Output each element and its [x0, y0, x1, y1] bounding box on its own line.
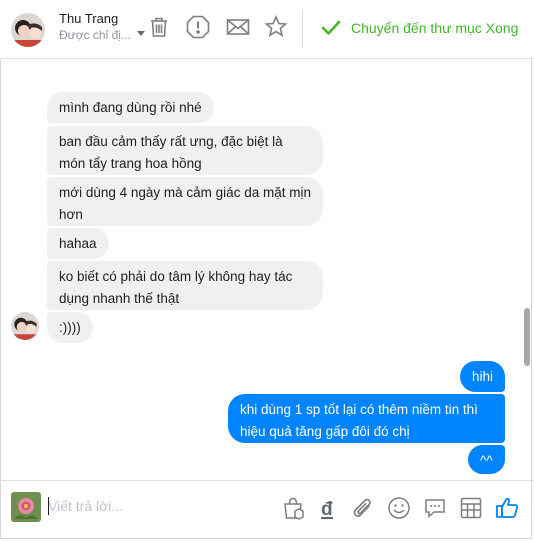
chevron-down-icon[interactable] — [137, 31, 145, 36]
text-cursor — [48, 497, 49, 515]
svg-text:đ: đ — [321, 499, 333, 520]
message-list[interactable]: mình đang dùng rồi nhé ban đầu cảm thấy … — [0, 59, 534, 479]
contact-avatar[interactable] — [11, 13, 45, 47]
trash-icon[interactable] — [146, 14, 174, 42]
dong-currency-icon[interactable]: đ — [316, 495, 342, 521]
exclamation-icon[interactable] — [185, 14, 213, 42]
scrollbar-thumb[interactable] — [524, 308, 530, 366]
message-bubble-outgoing: hihi — [460, 361, 505, 392]
envelope-icon[interactable] — [225, 14, 253, 42]
message-bubble-outgoing: ^^ — [468, 445, 505, 474]
smiley-icon[interactable] — [386, 495, 412, 521]
message-bubble-incoming: mới dùng 4 ngày mà cảm giác da mặt mịn h… — [47, 177, 323, 226]
message-bubble-outgoing: khi dùng 1 sp tốt lại có thêm niềm tin t… — [228, 394, 505, 443]
page-avatar — [11, 492, 41, 522]
paperclip-icon[interactable] — [350, 495, 376, 521]
conversation-header: Thu Trang Được chỉ đị... Chuyển đến thư … — [0, 0, 534, 59]
reply-input[interactable] — [48, 495, 268, 517]
message-bubble-incoming: hahaa — [47, 228, 109, 259]
message-bubble-incoming: :)))) — [47, 312, 93, 343]
header-divider — [302, 10, 303, 48]
star-icon[interactable] — [263, 14, 291, 42]
message-bubble-incoming: ban đầu cảm thấy rất ưng, đặc biệt là mó… — [47, 126, 323, 175]
checkmark-icon[interactable] — [320, 18, 342, 43]
move-to-done-button[interactable]: Chuyển đến thư mục Xong — [351, 20, 518, 36]
sender-avatar[interactable] — [11, 312, 39, 340]
speech-bubble-icon[interactable] — [422, 495, 448, 521]
reply-composer: đ — [0, 480, 534, 540]
thumbs-up-icon[interactable] — [494, 495, 520, 521]
assignment-status[interactable]: Được chỉ đị... — [59, 28, 131, 42]
table-icon[interactable] — [458, 495, 484, 521]
message-bubble-incoming: mình đang dùng rồi nhé — [47, 92, 214, 123]
contact-name[interactable]: Thu Trang — [59, 11, 118, 26]
gift-bag-icon[interactable] — [280, 495, 306, 521]
message-bubble-incoming: ko biết có phải do tâm lý không hay tác … — [47, 261, 323, 310]
